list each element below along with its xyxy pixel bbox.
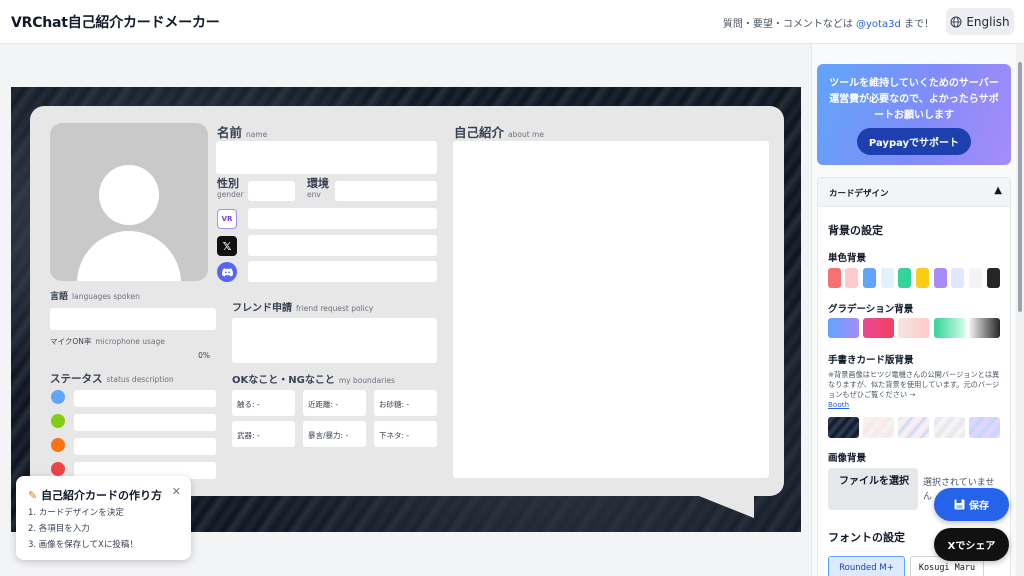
paypay-support-button[interactable]: Paypayでサポート — [857, 128, 971, 155]
status-input[interactable] — [74, 414, 216, 431]
image-heading: 画像背景 — [828, 453, 867, 464]
discord-input[interactable] — [248, 261, 437, 282]
status-dot-red[interactable] — [51, 462, 65, 476]
pencil-icon: ✎ — [28, 489, 38, 502]
gradient-swatch[interactable] — [863, 318, 894, 338]
color-swatch[interactable] — [969, 268, 982, 288]
howto-popup: ✎ 自己紹介カードの作り方 ✕ 1. カードデザインを決定 2. 各項目を入力 … — [16, 476, 191, 560]
solid-heading: 単色背景 — [828, 253, 867, 264]
name-label: 名前 name — [217, 125, 268, 140]
color-swatch[interactable] — [916, 268, 929, 288]
avatar-body-icon — [77, 231, 181, 281]
save-label: 保存 — [969, 501, 989, 512]
x-icon: 𝕏 — [217, 236, 237, 256]
floppy-icon — [954, 499, 965, 510]
languages-input[interactable] — [50, 308, 216, 330]
status-dot-orange[interactable] — [51, 438, 65, 452]
boundaries-label: OKなこと・NGなこと my boundaries — [232, 375, 395, 386]
color-swatch[interactable] — [881, 268, 894, 288]
card-design-header[interactable]: カードデザイン ▲ — [818, 178, 1010, 207]
boundary-lewd[interactable]: 下ネタ: - — [374, 421, 437, 447]
texture-swatch[interactable] — [828, 417, 859, 438]
gradient-heading: グラデーション背景 — [828, 304, 914, 315]
color-swatch[interactable] — [987, 268, 1000, 288]
boundary-touch[interactable]: 触る: - — [232, 390, 295, 416]
env-label: 環境 env — [307, 177, 329, 199]
handwritten-note: ※背景画像はヒツジ電機さんの公開バージョンとは異なりますが、似た背景を使用してい… — [828, 370, 1000, 409]
panel-title: カードデザイン — [829, 189, 889, 199]
texture-swatch[interactable] — [898, 417, 929, 438]
env-input[interactable] — [335, 181, 437, 201]
about-input[interactable] — [453, 141, 769, 478]
status-label: ステータス status description — [50, 373, 174, 385]
language-button[interactable]: English — [946, 8, 1014, 35]
font-option-rounded[interactable]: Rounded M+ — [828, 556, 905, 576]
howto-step: 3. 画像を保存してXに投稿！ — [28, 540, 138, 550]
promo-text: ツールを維持していくためのサーバー運営費が必要なので、よかったらサポートお願いし… — [829, 78, 999, 121]
discord-icon — [217, 262, 237, 282]
gradient-swatch[interactable] — [828, 318, 859, 338]
file-select-button[interactable]: ファイルを選択 — [828, 468, 918, 510]
about-label: 自己紹介 about me — [454, 125, 544, 140]
gender-input[interactable] — [248, 181, 295, 201]
color-swatch[interactable] — [951, 268, 964, 288]
howto-title: ✎ 自己紹介カードの作り方 — [28, 489, 163, 502]
save-button[interactable]: 保存 — [934, 488, 1009, 521]
texture-swatch[interactable] — [863, 417, 894, 438]
avatar-upload[interactable] — [50, 123, 208, 281]
color-swatch[interactable] — [828, 268, 841, 288]
font-heading: フォントの設定 — [828, 531, 905, 544]
color-swatch[interactable] — [845, 268, 858, 288]
languages-label: 言語 languages spoken — [50, 292, 140, 302]
friend-input[interactable] — [232, 318, 437, 363]
howto-step: 2. 各項目を入力 — [28, 524, 90, 534]
boundary-abuse[interactable]: 暴言/暴力: - — [303, 421, 366, 447]
gradient-swatch[interactable] — [934, 318, 965, 338]
gradient-swatch[interactable] — [898, 318, 929, 338]
howto-step: 1. カードデザインを決定 — [28, 508, 124, 518]
mic-label: マイクON率 microphone usage — [50, 337, 165, 346]
x-input[interactable] — [248, 235, 437, 256]
boundary-weapon[interactable]: 武器: - — [232, 421, 295, 447]
mic-value: 0% — [198, 351, 210, 360]
status-input[interactable] — [74, 390, 216, 407]
handwritten-heading: 手書きカード版背景 — [828, 355, 914, 366]
support-promo: ツールを維持していくためのサーバー運営費が必要なので、よかったらサポートお願いし… — [817, 64, 1011, 165]
color-swatch[interactable] — [863, 268, 876, 288]
collapse-arrow-icon: ▲ — [994, 185, 1002, 196]
name-input[interactable] — [216, 141, 437, 174]
vrchat-input[interactable] — [248, 208, 437, 229]
globe-icon — [950, 16, 962, 27]
gender-label: 性別 gender — [217, 177, 244, 199]
texture-swatch[interactable] — [934, 417, 965, 438]
avatar-head-icon — [99, 165, 159, 225]
color-swatch[interactable] — [898, 268, 911, 288]
boundary-distance[interactable]: 近距離: - — [303, 390, 366, 416]
status-input[interactable] — [74, 438, 216, 455]
gradient-swatch[interactable] — [969, 318, 1000, 338]
card-speech-tail — [694, 494, 754, 518]
texture-swatch[interactable] — [969, 417, 1000, 438]
share-x-button[interactable]: Xでシェア — [934, 528, 1009, 561]
vrchat-icon: VR — [217, 209, 237, 229]
close-icon[interactable]: ✕ — [172, 485, 181, 498]
contact-handle-link[interactable]: @yota3d — [856, 19, 901, 30]
app-title: VRChat自己紹介カードメーカー — [11, 15, 220, 31]
status-dot-blue[interactable] — [51, 390, 65, 404]
color-swatch[interactable] — [934, 268, 947, 288]
language-label: English — [966, 14, 1010, 29]
status-dot-green[interactable] — [51, 414, 65, 428]
scrollbar-thumb[interactable] — [1018, 62, 1022, 312]
friend-label: フレンド申請 friend request policy — [232, 303, 374, 314]
booth-link[interactable]: Booth — [828, 400, 849, 409]
app-header: VRChat自己紹介カードメーカー 質問・要望・コメントなどは @yota3d … — [0, 0, 1024, 44]
boundary-sugar[interactable]: お砂糖: - — [374, 390, 437, 416]
contact-text: 質問・要望・コメントなどは @yota3d まで！ — [722, 19, 934, 30]
sidebar-scrollbar[interactable] — [1016, 44, 1024, 576]
bg-heading: 背景の設定 — [828, 224, 883, 237]
